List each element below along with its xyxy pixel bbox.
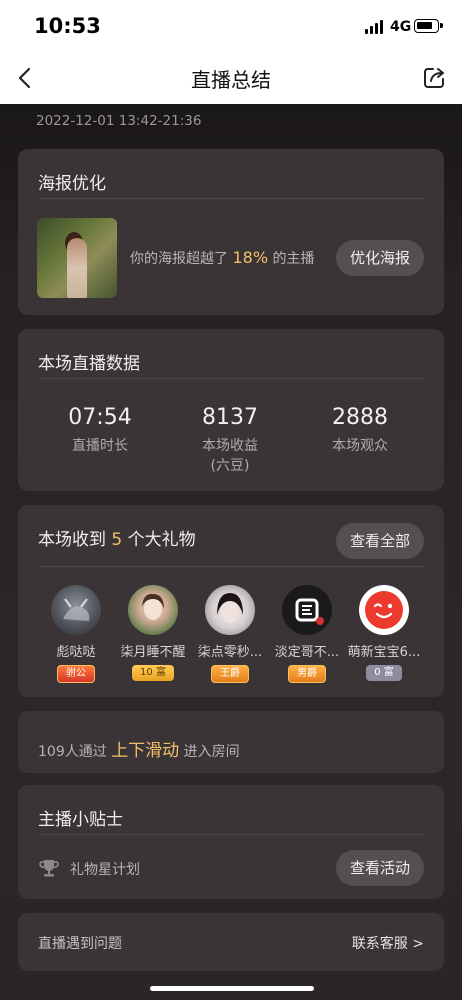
nav-bar: 直播总结 (0, 52, 462, 104)
gift-sender-name: 淡定哥不... (274, 645, 340, 660)
status-time: 10:53 (34, 14, 101, 38)
share-icon[interactable] (422, 64, 448, 90)
gifts-card: 本场收到 5 个大礼物 查看全部 彪哒哒 驸公 柒月睡不醒 10 富 柒点零秒.… (18, 505, 444, 697)
help-issue-label: 直播遇到问题 (38, 936, 122, 952)
contact-support-link[interactable]: 联系客服 > (352, 933, 424, 953)
stat-income: 8137 本场收益 (六豆) (160, 405, 300, 476)
swipe-suffix: 进入房间 (183, 744, 240, 760)
stat-duration: 07:54 直播时长 (30, 405, 170, 456)
gift-sender-item[interactable]: 柒点零秒... 王爵 (191, 585, 269, 683)
divider (38, 834, 424, 835)
optimize-poster-button[interactable]: 优化海报 (336, 240, 424, 276)
stat-duration-label: 直播时长 (72, 438, 128, 454)
poster-rank-text: 你的海报超越了 18% 的主播 (130, 248, 314, 268)
avatar (282, 585, 332, 635)
rank-badge: 王爵 (211, 665, 249, 683)
gifts-card-title: 本场收到 5 个大礼物 (38, 525, 196, 550)
poster-percent: 18% (232, 248, 269, 267)
rank-badge: 0 富 (366, 665, 402, 681)
rank-badge: 10 富 (132, 665, 174, 681)
gift-sender-name: 萌新宝宝6... (347, 645, 421, 660)
battery-icon (414, 19, 443, 33)
network-label: 4G (390, 19, 412, 35)
gifts-title-after: 个大礼物 (127, 530, 196, 550)
stat-income-label-text: 本场收益 (202, 438, 258, 454)
stat-income-unit: (六豆) (210, 458, 250, 474)
gift-sender-name: 彪哒哒 (56, 645, 96, 660)
avatar (128, 585, 178, 635)
swipe-prefix: 109人通过 (38, 744, 107, 760)
gifts-count: 5 (111, 530, 123, 550)
gift-sender-name: 柒月睡不醒 (120, 645, 186, 660)
poster-text-before: 你的海报超越了 (130, 251, 228, 267)
view-all-button[interactable]: 查看全部 (336, 523, 424, 559)
view-activity-button[interactable]: 查看活动 (336, 850, 424, 886)
rank-badge: 驸公 (57, 665, 95, 683)
poster-thumbnail[interactable] (37, 218, 117, 298)
help-card[interactable]: 直播遇到问题 联系客服 > (18, 913, 444, 971)
gift-sender-item[interactable]: 淡定哥不... 男爵 (268, 585, 346, 683)
divider (38, 378, 424, 379)
stats-card-title: 本场直播数据 (38, 354, 140, 374)
stat-viewers: 2888 本场观众 (290, 405, 430, 456)
gift-sender-item[interactable]: 萌新宝宝6... 0 富 (345, 585, 423, 681)
stat-duration-value: 07:54 (68, 405, 132, 430)
swipe-entry-card: 109人通过 上下滑动 进入房间 (18, 711, 444, 773)
stat-income-label: 本场收益 (六豆) (160, 436, 300, 476)
swipe-highlight: 上下滑动 (111, 741, 180, 761)
rank-badge: 男爵 (288, 665, 326, 683)
gift-sender-item[interactable]: 柒月睡不醒 10 富 (114, 585, 192, 681)
trophy-icon (39, 860, 59, 877)
gift-sender-item[interactable]: 彪哒哒 驸公 (37, 585, 115, 683)
divider (38, 566, 424, 567)
poster-card-title: 海报优化 (38, 174, 106, 194)
stat-viewers-label: 本场观众 (332, 438, 388, 454)
tips-card-title: 主播小贴士 (38, 810, 123, 830)
swipe-entry-text: 109人通过 上下滑动 进入房间 (38, 736, 240, 761)
stat-viewers-value: 2888 (332, 405, 388, 430)
gifts-title-before: 本场收到 (38, 530, 106, 550)
page-title: 直播总结 (191, 68, 271, 92)
divider (38, 198, 424, 199)
poster-text-after: 的主播 (272, 251, 315, 267)
avatar (51, 585, 101, 635)
poster-card: 海报优化 你的海报超越了 18% 的主播 优化海报 (18, 149, 444, 315)
avatar (205, 585, 255, 635)
session-date: 2022-12-01 13:42-21:36 (36, 113, 202, 129)
signal-icon (365, 20, 385, 34)
tips-card: 主播小贴士 礼物星计划 查看活动 (18, 785, 444, 899)
tip-item-label: 礼物星计划 (70, 862, 140, 878)
avatar (359, 585, 409, 635)
stat-income-value: 8137 (202, 405, 258, 430)
home-indicator (150, 986, 314, 991)
stats-card: 本场直播数据 07:54 直播时长 8137 本场收益 (六豆) 2888 本场观… (18, 329, 444, 491)
status-bar: 10:53 4G (0, 0, 462, 52)
gift-sender-name: 柒点零秒... (197, 645, 263, 660)
